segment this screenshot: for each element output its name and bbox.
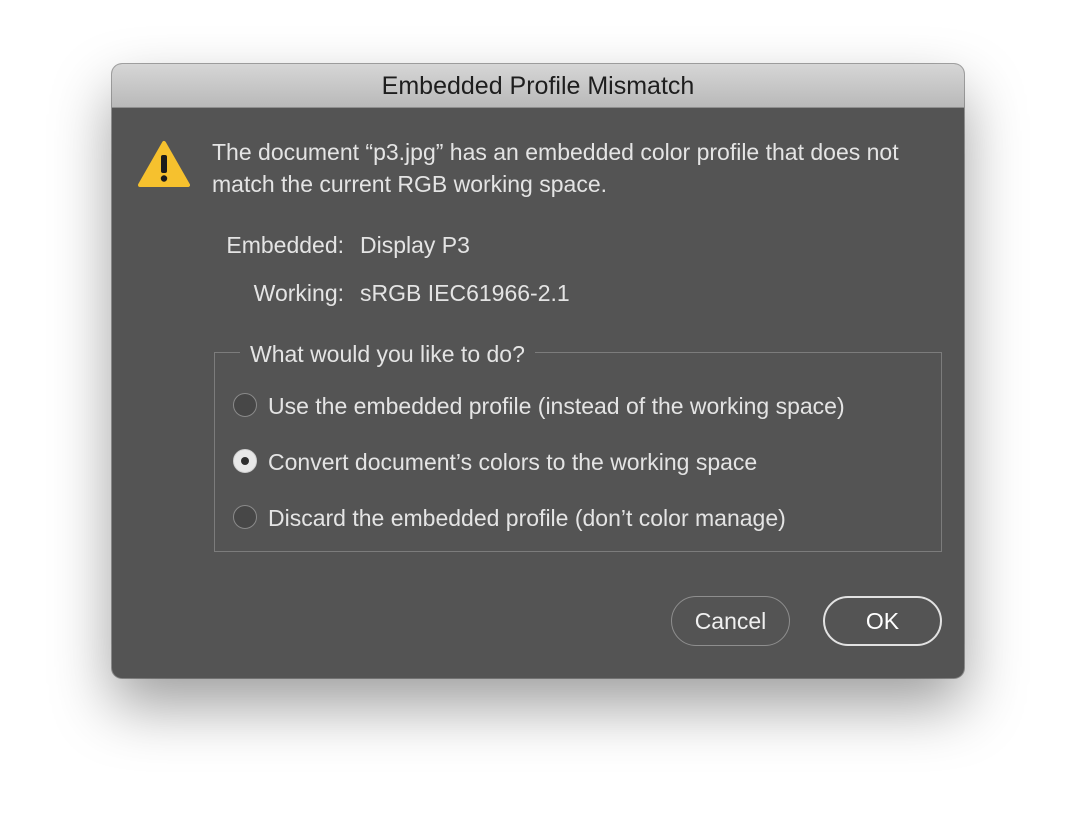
working-value: sRGB IEC61966-2.1 [360, 280, 570, 306]
radio-convert-colors[interactable] [233, 449, 257, 473]
dialog-title[interactable]: Embedded Profile Mismatch [112, 64, 964, 108]
embedded-label: Embedded: [226, 232, 344, 258]
ok-button[interactable]: OK [823, 596, 942, 646]
option-convert-colors-label[interactable]: Convert document’s colors to the working… [268, 447, 757, 477]
embedded-profile-row: Embedded: Display P3 [112, 230, 964, 260]
option-convert-colors[interactable]: Convert document’s colors to the working… [232, 447, 932, 477]
embedded-value: Display P3 [360, 232, 470, 258]
warning-icon [138, 141, 190, 187]
working-label: Working: [253, 280, 344, 306]
profile-mismatch-dialog: Embedded Profile Mismatch The document “… [112, 64, 964, 678]
radio-discard-profile[interactable] [233, 505, 257, 529]
option-use-embedded-label[interactable]: Use the embedded profile (instead of the… [268, 391, 845, 421]
action-group-title: What would you like to do? [240, 339, 535, 369]
option-discard-profile[interactable]: Discard the embedded profile (don’t colo… [232, 503, 932, 533]
option-use-embedded[interactable]: Use the embedded profile (instead of the… [232, 391, 932, 421]
working-profile-row: Working: sRGB IEC61966-2.1 [112, 278, 964, 308]
mismatch-message: The document “p3.jpg” has an embedded co… [212, 139, 899, 197]
cancel-button[interactable]: Cancel [671, 596, 790, 646]
radio-use-embedded[interactable] [233, 393, 257, 417]
option-discard-profile-label[interactable]: Discard the embedded profile (don’t colo… [268, 503, 786, 533]
